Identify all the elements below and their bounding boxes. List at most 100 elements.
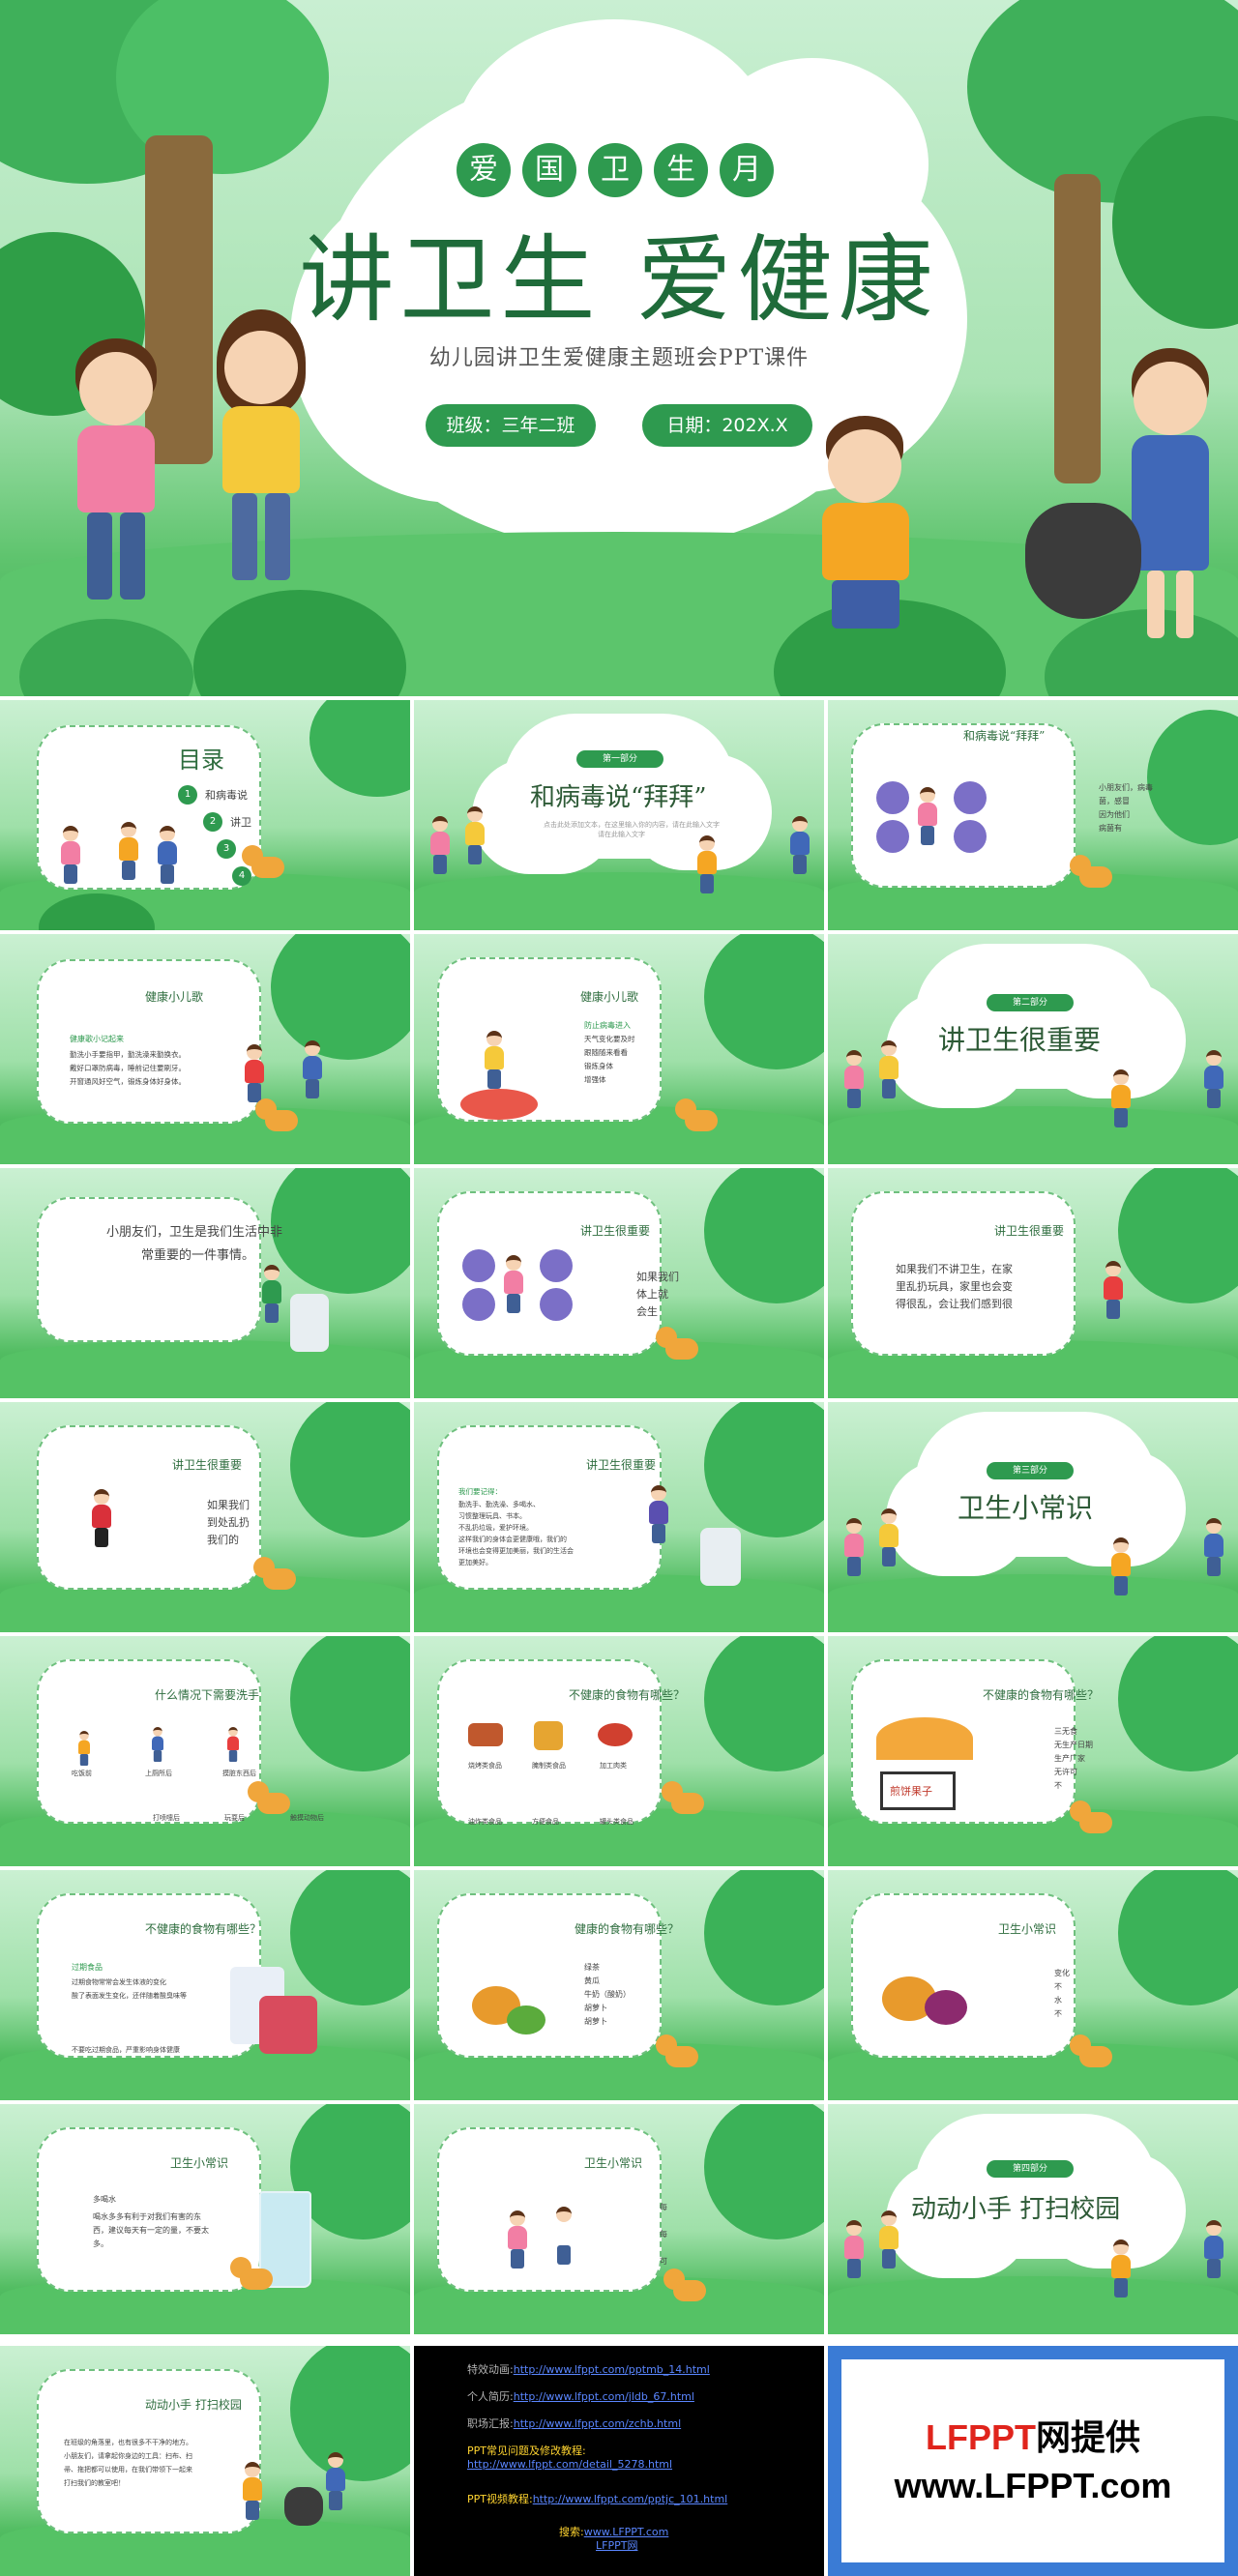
virus-icon <box>954 781 987 814</box>
slide-thumbnail-tips-3[interactable]: 卫生小常识 每 每 可 <box>414 2104 824 2334</box>
dog-illustration <box>1070 1800 1112 1835</box>
slide-thumbnail-tips-2[interactable]: 卫生小常识 多喝水 喝水多多有利于对我们有害的东西，建议每天有一定的量，不要太多… <box>0 2104 410 2334</box>
toc-item: 讲卫 <box>230 816 251 829</box>
slide-thumbnail-handwash[interactable]: 什么情况下需要洗手 吃饭前 上厕所后 摸脏东西后 打喷嚏后 玩耍后 触摸动物后 <box>0 1636 410 1866</box>
sink-illustration <box>290 1294 329 1352</box>
section-subtitle: 请在此输入文字 <box>598 831 645 838</box>
body-text: 在班级的角落里，也有很多不干净的地方。 <box>64 2439 192 2446</box>
slide-thumbnail-toc[interactable]: 目录 1 和病毒说 2 讲卫 3 4 <box>0 700 410 930</box>
virus-icon <box>540 1249 573 1282</box>
link-label: 职场汇报: <box>467 2417 514 2430</box>
link-row[interactable]: PPT常见问题及修改教程: http://www.lfppt.com/detail… <box>467 2443 672 2471</box>
kid-illustration <box>1101 1261 1139 1338</box>
brand-url[interactable]: www.LFPPT.com <box>841 2466 1224 2506</box>
class-badge: 班级：三年二班 <box>426 404 596 447</box>
girl-trash-bag-illustration <box>1112 348 1228 658</box>
cover-slide[interactable]: 爱 国 卫 生 月 讲卫生 爱健康 幼儿园讲卫生爱健康主题班会PPT课件 班级：… <box>0 0 1238 696</box>
slide-thumbnail-virus[interactable]: 和病毒说“拜拜” 小朋友们，病毒 菌，感冒 因为他们 病菌有 <box>828 700 1238 930</box>
body-text: 小朋友们，病毒 <box>1099 783 1153 792</box>
kid-illustration <box>1108 2239 1134 2298</box>
body-text: 帚、拖把都可以使用，在我们带领下一起来 <box>64 2466 192 2474</box>
slide-thumbnail-section-4[interactable]: 第四部分 动动小手 打扫校园 <box>828 2104 1238 2334</box>
kid-illustration <box>323 2452 348 2510</box>
kid-illustration <box>841 2220 867 2278</box>
list-item: 喝水多多有利于对我们有害的东西，建议每天有一定的量，不要太多。 <box>93 2212 209 2248</box>
kid-illustration <box>694 835 720 893</box>
slide-thumbnail-song-2[interactable]: 健康小儿歌 防止病毒进入 天气变化要及时 跟随随来看看 锻炼身体 增强体 <box>414 934 824 1164</box>
kid-illustration <box>915 787 940 845</box>
title-badge: 爱 <box>457 143 511 197</box>
food-label: 腌制类食品 <box>532 1762 566 1770</box>
virus-icon <box>954 820 987 853</box>
kid-illustration <box>150 1727 165 1762</box>
toc-title: 目录 <box>178 746 224 774</box>
section-subtitle: 点击此处添加文本，在这里输入你的内容，请在此输入文字 <box>544 821 720 829</box>
link-url[interactable]: http://www.lfppt.com/detail_5278.html <box>467 2458 672 2471</box>
body-text: 勤洗手、勤洗澡、多喝水、 <box>458 1501 540 1508</box>
kid-illustration <box>876 1040 901 1098</box>
slide-thumbnail-important-1[interactable]: 讲卫生很重要 如果我们 体上就 会生 <box>414 1168 824 1398</box>
link-url[interactable]: http://www.lfppt.com/zchb.html <box>514 2417 681 2430</box>
dog-illustration <box>675 1098 718 1133</box>
part-label: 第一部分 <box>576 750 663 768</box>
brand-provided: 网提供 <box>1035 2417 1140 2457</box>
body-text: 增强体 <box>584 1075 606 1084</box>
slide-thumbnail-tips-1[interactable]: 卫生小常识 变化 不 水 不 <box>828 1870 1238 2100</box>
umbrella-illustration <box>876 1717 973 1760</box>
dog-illustration <box>253 1557 296 1592</box>
toc-number: 1 <box>178 785 197 805</box>
dog-illustration <box>1070 2034 1112 2069</box>
body-text: 我们的 <box>207 1534 239 1546</box>
virus-icon <box>876 781 909 814</box>
link-url[interactable]: http://www.lfppt.com/pptjc_101.html <box>533 2493 728 2505</box>
slide-thumbnail-important-4[interactable]: 讲卫生很重要 我们要记得： 勤洗手、勤洗澡、多喝水、 习惯整理玩具、书本。 不乱… <box>414 1402 824 1632</box>
body-text: 常重要的一件事情。 <box>141 1248 255 1263</box>
slide-thumbnail-section-3[interactable]: 第三部分 卫生小常识 <box>828 1402 1238 1632</box>
scenario-label: 上厕所后 <box>145 1770 172 1777</box>
brand-card: LFPPT网提供 www.LFPPT.com <box>841 2359 1224 2562</box>
kid-illustration <box>841 1518 867 1576</box>
part-label: 第三部分 <box>987 1462 1074 1479</box>
kid-illustration <box>876 2210 901 2269</box>
virus-icon <box>540 1288 573 1321</box>
body-text: 不 <box>1054 1781 1062 1790</box>
link-url[interactable]: LFPPT网 <box>596 2539 637 2552</box>
slide-thumbnail-song-1[interactable]: 健康小儿歌 健康歌小记起来 勤洗小手要指甲，勤洗澡来勤换衣。 戴好口罩防病毒，睡… <box>0 934 410 1164</box>
pickle-illustration <box>534 1721 563 1750</box>
link-label: PPT常见问题及修改教程: <box>467 2444 586 2457</box>
slide-title: 卫生小常识 <box>998 1922 1057 1936</box>
slide-thumbnail-healthy[interactable]: 健康的食物有哪些？ 绿茶 黄瓜 牛奶（酸奶） 胡萝卜 胡萝卜 <box>414 1870 824 2100</box>
link-url[interactable]: http://www.lfppt.com/pptmb_14.html <box>514 2363 710 2376</box>
slide-thumbnail-section-2[interactable]: 第二部分 讲卫生很重要 <box>828 934 1238 1164</box>
link-row[interactable]: 特效动画:http://www.lfppt.com/pptmb_14.html <box>467 2361 710 2377</box>
kid-illustration <box>505 2210 530 2269</box>
slide-title: 健康小儿歌 <box>145 990 204 1004</box>
section-title: 和病毒说“拜拜” <box>530 783 707 812</box>
slide-thumbnail-important-3[interactable]: 讲卫生很重要 如果我们 到处乱扔 我们的 <box>0 1402 410 1632</box>
link-row[interactable]: 职场汇报:http://www.lfppt.com/zchb.html <box>467 2415 681 2431</box>
slide-thumbnail-unhealthy-2[interactable]: 不健康的食物有哪些？ 煎饼果子 三无食 无生产日期 生产厂家 无许可 不 <box>828 1636 1238 1866</box>
link-row[interactable]: PPT视频教程:http://www.lfppt.com/pptjc_101.h… <box>467 2491 727 2506</box>
kid-illustration <box>1108 1537 1134 1595</box>
slide-thumbnail-important-2[interactable]: 讲卫生很重要 如果我们不讲卫生，在家 里乱扔玩具，家里也会变 得很乱，会让我们感… <box>828 1168 1238 1398</box>
slide-thumbnail-section-1[interactable]: 第一部分 和病毒说“拜拜” 点击此处添加文本，在这里输入你的内容，请在此输入文字… <box>414 700 824 930</box>
slide-thumbnail-kids-text[interactable]: 小朋友们，卫生是我们生活中非 常重要的一件事情。 <box>0 1168 410 1398</box>
link-url[interactable]: http://www.lfppt.com/jldb_67.html <box>514 2390 694 2403</box>
body-text: 小朋友们，卫生是我们生活中非 <box>106 1225 283 1240</box>
slide-title: 健康小儿歌 <box>580 990 639 1004</box>
dog-illustration <box>656 2034 698 2069</box>
slide-thumbnail-unhealthy-1[interactable]: 不健康的食物有哪些？ 烧烤类食品 腌制类食品 加工肉类 油炸类食品 方便食品 罐… <box>414 1636 824 1866</box>
link-row[interactable]: 个人简历:http://www.lfppt.com/jldb_67.html <box>467 2388 694 2404</box>
kid-illustration <box>427 816 453 874</box>
slide-thumbnail-unhealthy-3[interactable]: 不健康的食物有哪些？ 过期食品 过期食物常常会发生体液的变化 酸了表面发生变化，… <box>0 1870 410 2100</box>
food-label: 油炸类食品 <box>468 1818 502 1826</box>
dog-illustration <box>230 2257 273 2292</box>
heading-text: 过期食品 <box>72 1963 103 1972</box>
section-title: 动动小手 打扫校园 <box>911 2195 1121 2224</box>
slide-thumbnail-clean[interactable]: 动动小手 打扫校园 在班级的角落里，也有很多不干净的地方。 小朋友们，请拿起你身… <box>0 2346 410 2576</box>
link-row[interactable]: LFPPT网 <box>596 2537 637 2553</box>
brand-name: LFPPT <box>925 2417 1036 2457</box>
content-panel <box>37 1197 261 1342</box>
kid-illustration <box>482 1031 507 1089</box>
cover-title: 讲卫生 爱健康 <box>299 225 939 336</box>
